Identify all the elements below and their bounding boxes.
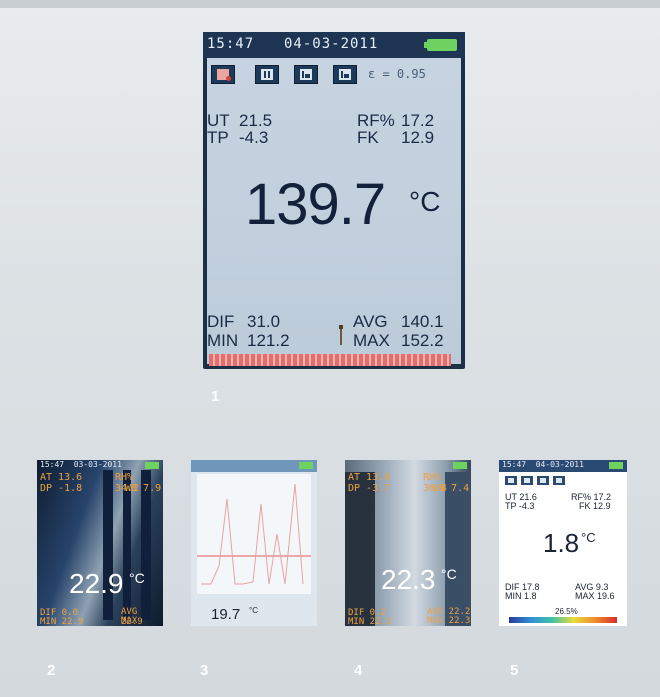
trend-low-icon <box>537 476 549 485</box>
figure-label-4: 4 <box>354 662 363 679</box>
status-time: 15:47 <box>207 36 255 52</box>
measurement-panel: ε = 0.95 UT 21.5 RF% 17.2 TP -4.3 FK 12.… <box>207 58 461 364</box>
wb-reading: WB 7.4 <box>433 483 470 494</box>
record-icon <box>217 69 231 81</box>
ut-label: UT <box>207 111 230 130</box>
thumbnail-status-bar: 15:47 04-03-2011 <box>499 460 627 472</box>
scale-needle-icon <box>340 327 342 345</box>
thumbnail-temperature: 1.8 <box>543 528 580 558</box>
dif-label: DIF <box>207 312 235 331</box>
dark-wall <box>345 472 375 626</box>
ut-value: 21.5 <box>239 111 273 130</box>
rf-value: 17.2 <box>401 111 435 130</box>
wb-reading: WB 7.9 <box>125 483 162 494</box>
fk-reading: FK 12.9 <box>579 501 611 511</box>
battery-icon <box>427 39 457 51</box>
trend-line <box>201 483 304 585</box>
figure-label-5: 5 <box>510 662 519 679</box>
max-reading: MAX 19.6 <box>575 591 615 601</box>
main-device-screen: 15:47 04-03-2011 ε = 0.95 UT 21.5 RF% 17… <box>203 32 465 369</box>
max-value: 152.2 <box>401 331 444 350</box>
thumbnail-status-bar <box>191 460 317 472</box>
top-border <box>0 0 660 8</box>
min-label: MIN <box>207 331 239 350</box>
avg-label: AVG <box>353 312 388 331</box>
max-reading: MAX 22.3 <box>427 616 471 626</box>
thumbnail-temperature-unit: °C <box>129 570 145 586</box>
max-reading: MAX 22.9 <box>121 616 138 626</box>
figure-label-3: 3 <box>200 662 209 679</box>
dif-value: 31.0 <box>247 312 281 331</box>
record-icon <box>505 476 517 485</box>
thumbnail-5-readings-view: 15:47 04-03-2011 UT 21.6 RF% 17.2 TP -4.… <box>499 460 627 626</box>
thumbnail-2-thermal-view: 15:47 03-03-2011 AT 13.6 RH% 34.2 DP -1.… <box>37 460 163 626</box>
min-value: 121.2 <box>247 331 290 350</box>
battery-icon <box>453 462 467 469</box>
figure-label-2: 2 <box>47 662 56 679</box>
temperature-scale-bar <box>209 354 451 366</box>
dp-reading: DP -3.7 <box>348 483 391 494</box>
thumbnail-time: 15:47 04-03-2011 <box>502 460 584 469</box>
trend-low-icon <box>300 69 312 80</box>
status-bar: 15:47 04-03-2011 <box>203 32 465 58</box>
tp-reading: TP -4.3 <box>505 501 535 511</box>
thumbnail-3-graph-view: 19.7 °C <box>191 460 317 626</box>
battery-icon <box>609 462 623 469</box>
max-label: MAX <box>353 331 390 350</box>
scale-needle-tip <box>339 325 343 329</box>
min-reading: MIN 1.8 <box>505 591 537 601</box>
record-button[interactable] <box>211 65 235 84</box>
color-scale-bar <box>509 617 617 623</box>
status-date: 04-03-2011 <box>284 36 379 52</box>
min-reading: MIN 22.9 <box>40 617 84 626</box>
battery-icon <box>299 462 313 469</box>
thumbnail-time: 15:47 03-03-2011 <box>40 460 122 469</box>
at-reading: AT 13.0 <box>348 472 391 483</box>
at-reading: AT 13.6 <box>40 472 83 483</box>
thumbnail-status-bar <box>345 460 471 472</box>
battery-icon <box>145 462 159 469</box>
thumbnail-status-bar: 15:47 03-03-2011 <box>37 460 163 472</box>
thumbnail-temperature: 22.9 <box>69 568 124 599</box>
thumbnail-value-unit: °C <box>249 606 258 615</box>
trend-high-button[interactable] <box>333 65 357 84</box>
thumbnail-value: 19.7 <box>211 606 241 623</box>
scale-value: 26.5% <box>555 607 578 616</box>
trend-high-icon <box>553 476 565 485</box>
figure-label-1: 1 <box>211 388 220 405</box>
avg-value: 140.1 <box>401 312 444 331</box>
tp-label: TP <box>207 128 229 147</box>
thumbnail-temperature-unit: °C <box>581 530 596 545</box>
fk-value: 12.9 <box>401 128 435 147</box>
tp-value: -4.3 <box>239 128 269 147</box>
emissivity-readout: ε = 0.95 <box>368 67 426 81</box>
thumbnail-temperature: 22.3 <box>381 564 436 595</box>
thumbnail-temperature-unit: °C <box>441 566 457 582</box>
pause-button[interactable] <box>255 65 279 84</box>
thumbnail-4-camera-view: AT 13.0 RH% 36.4 DP -3.7 WB 7.4 22.3 °C … <box>345 460 471 626</box>
trend-high-icon <box>339 69 351 80</box>
dp-reading: DP -1.8 <box>40 483 83 494</box>
min-reading: MIN 22.1 <box>348 617 392 626</box>
pause-icon <box>261 69 273 80</box>
window-frame <box>445 472 471 626</box>
trend-graph <box>197 474 311 594</box>
pause-icon <box>521 476 533 485</box>
fk-label: FK <box>357 128 379 147</box>
main-temperature-unit: °C <box>409 186 441 217</box>
trend-low-button[interactable] <box>294 65 318 84</box>
trend-graph-lines <box>197 483 311 585</box>
rf-label: RF% <box>357 111 395 130</box>
main-temperature: 139.7 <box>245 172 386 237</box>
